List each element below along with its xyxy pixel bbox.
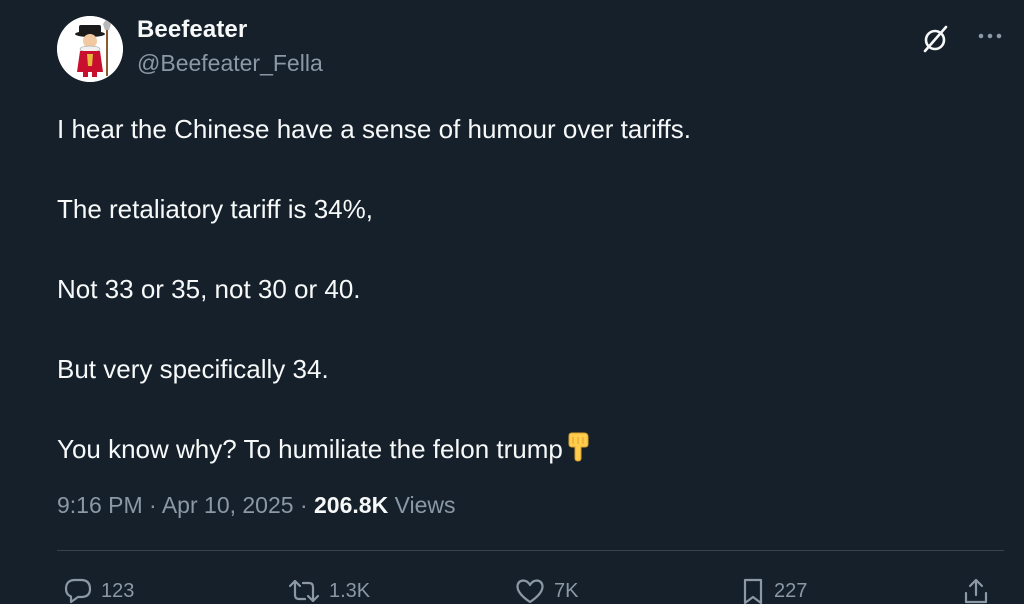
- tweet-date[interactable]: Apr 10, 2025: [162, 492, 294, 518]
- meta-separator: ·: [299, 492, 308, 518]
- tweet-last-line: You know why? To humiliate the felon tru…: [57, 429, 987, 469]
- tweet-line: But very specifically 34.: [57, 354, 329, 384]
- author-handle[interactable]: @Beefeater_Fella: [137, 50, 323, 77]
- repost-count: 1.3K: [329, 579, 371, 602]
- bookmark-icon: [743, 578, 763, 604]
- bookmark-button[interactable]: 227: [740, 576, 807, 604]
- divider: [57, 550, 1004, 551]
- tweet-card: Beefeater @Beefeater_Fella I hear the Ch…: [0, 0, 1024, 604]
- views-label: Views: [394, 492, 456, 518]
- reply-button[interactable]: 123: [63, 576, 134, 604]
- meta-separator: ·: [149, 492, 157, 518]
- share-button[interactable]: [962, 576, 998, 604]
- repost-arrows-icon: [288, 579, 320, 603]
- more-dots-icon[interactable]: [976, 26, 1004, 46]
- tweet-line: I hear the Chinese have a sense of humou…: [57, 114, 691, 144]
- heart-icon: [516, 579, 544, 604]
- tweet-time[interactable]: 9:16 PM: [57, 492, 143, 518]
- author-display-name[interactable]: Beefeater: [137, 16, 247, 44]
- reply-count: 123: [101, 579, 135, 602]
- repost-button[interactable]: 1.3K: [287, 576, 370, 604]
- bookmark-count: 227: [774, 579, 808, 602]
- tweet-meta: 9:16 PM · Apr 10, 2025 · 206.8K Views: [57, 492, 456, 519]
- author-avatar[interactable]: [57, 16, 123, 82]
- pointing-down-finger-icon: [568, 432, 589, 462]
- like-button[interactable]: 7K: [514, 576, 578, 604]
- like-count: 7K: [554, 579, 579, 602]
- tweet-line-text: You know why? To humiliate the felon tru…: [57, 434, 563, 464]
- tweet-line: The retaliatory tariff is 34%,: [57, 194, 373, 224]
- tweet-text: I hear the Chinese have a sense of humou…: [57, 109, 987, 469]
- grok-slash-circle-icon[interactable]: [918, 22, 952, 56]
- tweet-line: Not 33 or 35, not 30 or 40.: [57, 274, 361, 304]
- share-upload-icon: [964, 578, 988, 604]
- reply-bubble-icon: [64, 578, 92, 604]
- views-count[interactable]: 206.8K: [314, 492, 388, 518]
- beefeater-guard-avatar-icon: [57, 16, 123, 82]
